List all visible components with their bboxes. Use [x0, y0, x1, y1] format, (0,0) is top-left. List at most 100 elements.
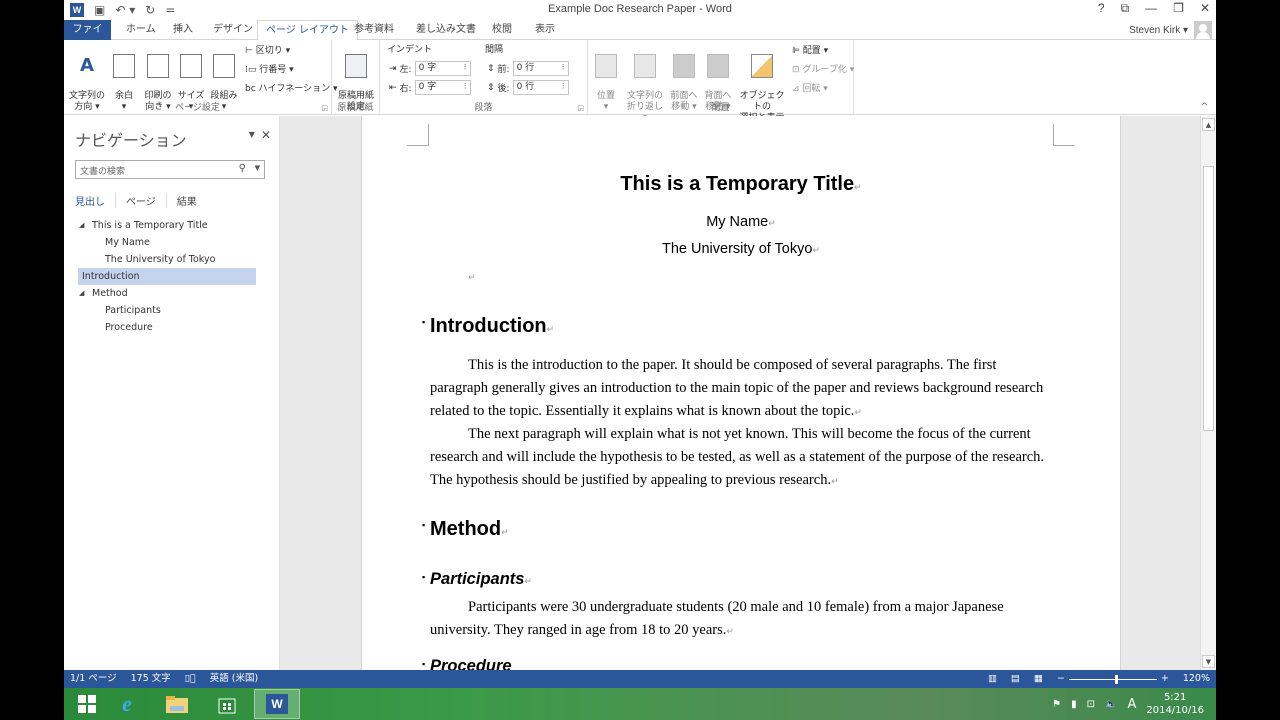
tab-insert[interactable]: 挿入	[165, 20, 201, 40]
ime-indicator[interactable]: A	[1127, 697, 1136, 712]
nav-options-icon[interactable]: ▼	[249, 128, 255, 142]
tree-item[interactable]: ◢ This is a Temporary Title	[78, 217, 256, 234]
paragraph-mark: ↵	[468, 273, 476, 283]
tab-file[interactable]: ファイル	[64, 20, 111, 54]
zoom-track[interactable]	[1068, 674, 1157, 684]
nav-tab-pages[interactable]: ページ	[115, 193, 166, 208]
paragraph-mark: ↵	[726, 626, 734, 636]
paragraph-mark: ↵	[831, 476, 839, 486]
read-mode-icon[interactable]: ▥	[988, 670, 997, 688]
doc-author[interactable]: My Name↵	[362, 214, 1120, 230]
close-icon[interactable]: ✕	[1200, 1, 1210, 16]
tab-design[interactable]: デザイン	[205, 20, 261, 40]
store-button[interactable]	[204, 689, 250, 719]
intro-paragraph-2[interactable]: The next paragraph will explain what is …	[430, 423, 1050, 493]
paragraph-mark: ↵	[501, 527, 509, 537]
tab-view[interactable]: 表示	[527, 20, 563, 40]
network-icon[interactable]: ⊡	[1087, 699, 1095, 710]
minimize-icon[interactable]: —	[1145, 1, 1157, 16]
user-name[interactable]: Steven Kirk ▾	[1129, 25, 1188, 36]
scroll-up-icon[interactable]: ▲	[1202, 118, 1215, 131]
participants-paragraph[interactable]: Participants were 30 undergraduate stude…	[430, 596, 1050, 643]
page-setup-launcher-icon[interactable]: ◲	[321, 104, 328, 112]
clock[interactable]: 5:21 2014/10/16	[1146, 691, 1204, 717]
line-numbers-button[interactable]: ⁞▭ 行番号 ▾	[245, 64, 294, 76]
hyphenation-button[interactable]: bc ハイフネーション ▾	[245, 83, 338, 95]
tab-home[interactable]: ホーム	[118, 20, 164, 40]
file-explorer-button[interactable]	[154, 689, 200, 719]
battery-icon[interactable]: ▮	[1071, 699, 1077, 710]
scroll-thumb[interactable]	[1203, 166, 1214, 431]
page-count[interactable]: 1/1 ページ	[70, 670, 117, 688]
nav-search-input[interactable]: 文書の検索 ⚲ ▼	[75, 160, 265, 179]
intro-paragraph-1[interactable]: This is the introduction to the paper. I…	[430, 354, 1050, 424]
collapse-ribbon-icon[interactable]: ^	[1200, 102, 1208, 112]
nav-tab-results[interactable]: 結果	[165, 193, 207, 208]
wrap-text-icon	[634, 54, 656, 78]
group-button[interactable]: ⊡ グループ化 ▾	[792, 64, 854, 76]
nav-title: ナビゲーション	[75, 131, 187, 150]
zoom-slider[interactable]: − +	[1057, 670, 1169, 688]
tree-item[interactable]: My Name	[78, 234, 256, 251]
spacing-after-input[interactable]: 0 行	[512, 80, 569, 95]
collapse-triangle-icon[interactable]: ◢	[79, 217, 84, 234]
paragraph-mark: ↵	[524, 576, 532, 586]
tab-mailings[interactable]: 差し込み文書	[408, 20, 484, 40]
tab-page-layout[interactable]: ページ レイアウト	[257, 20, 358, 41]
vertical-scrollbar[interactable]: ▲ ▼	[1200, 116, 1216, 670]
zoom-in-button[interactable]: +	[1161, 670, 1169, 688]
search-icon[interactable]: ⚲	[239, 163, 246, 174]
doc-title[interactable]: This is a Temporary Title↵	[362, 173, 1120, 196]
indent-left-input[interactable]: 0 字	[414, 61, 471, 76]
ribbon-display-icon[interactable]: ⧉	[1121, 1, 1130, 16]
nav-tab-headings[interactable]: 見出し	[75, 193, 115, 208]
breaks-button[interactable]: ⊢ 区切り ▾	[245, 45, 290, 57]
print-layout-icon[interactable]: ▤	[1011, 670, 1020, 688]
language-indicator[interactable]: 英語 (米国)	[210, 670, 258, 688]
tree-item[interactable]: Procedure	[78, 319, 256, 336]
heading-method[interactable]: ▪ Method↵	[422, 518, 509, 541]
heading-introduction[interactable]: ▪ Introduction↵	[422, 315, 554, 338]
heading-bullet-icon: ▪	[422, 659, 426, 669]
proofing-icon[interactable]: ▯⃞	[185, 670, 196, 688]
tab-review[interactable]: 校閲	[484, 20, 520, 40]
doc-affiliation[interactable]: The University of Tokyo↵	[362, 241, 1120, 257]
volume-icon[interactable]: 🔈	[1105, 699, 1117, 710]
tree-item[interactable]: The University of Tokyo	[78, 251, 256, 268]
document-page[interactable]: This is a Temporary Title↵ My Name↵ The …	[361, 116, 1121, 670]
action-center-flag-icon[interactable]: ⚑	[1052, 699, 1061, 710]
word-count[interactable]: 175 文字	[131, 670, 171, 688]
rotate-button[interactable]: ⊿ 回転 ▾	[792, 83, 828, 95]
help-icon[interactable]: ?	[1098, 1, 1105, 16]
heading-procedure[interactable]: ▪ Procedure	[422, 657, 512, 670]
align-button[interactable]: ⊫ 配置 ▾	[792, 45, 828, 57]
user-account[interactable]: Steven Kirk ▾	[1129, 21, 1212, 39]
tree-item-selected[interactable]: Introduction	[78, 268, 256, 285]
avatar[interactable]	[1194, 21, 1212, 39]
word-taskbar-button[interactable]: W	[254, 689, 300, 719]
restore-icon[interactable]: ❐	[1173, 1, 1184, 16]
heading-participants[interactable]: ▪ Participants↵	[422, 570, 532, 589]
tree-item[interactable]: Participants	[78, 302, 256, 319]
paragraph-mark: ↵	[768, 218, 776, 228]
tab-references[interactable]: 参考資料	[346, 20, 402, 40]
internet-explorer-button[interactable]: e	[104, 689, 150, 719]
tree-item[interactable]: ◢ Method	[78, 285, 256, 302]
arrange-label: 配置	[711, 103, 730, 113]
word-window: W ▣ ↶ ▾ ↻ = Example Doc Research Paper -…	[64, 0, 1216, 688]
zoom-out-button[interactable]: −	[1057, 670, 1065, 688]
indent-right-row: ⇤ 右: 0 字	[389, 80, 471, 95]
indent-right-input[interactable]: 0 字	[414, 80, 471, 95]
web-layout-icon[interactable]: ▦	[1034, 670, 1043, 688]
zoom-level[interactable]: 120%	[1183, 670, 1210, 688]
spacing-before-input[interactable]: 0 行	[512, 61, 569, 76]
nav-close-icon[interactable]: ✕	[261, 128, 271, 142]
spacing-after-icon: ⇕	[487, 82, 495, 93]
paragraph-launcher-icon[interactable]: ◲	[577, 104, 584, 112]
scroll-down-icon[interactable]: ▼	[1202, 655, 1215, 668]
search-dropdown-icon[interactable]: ▼	[255, 164, 260, 172]
windows-logo-icon	[78, 695, 96, 713]
collapse-triangle-icon[interactable]: ◢	[79, 285, 84, 302]
zoom-thumb[interactable]	[1114, 674, 1118, 684]
selection-pane-icon	[751, 54, 773, 78]
